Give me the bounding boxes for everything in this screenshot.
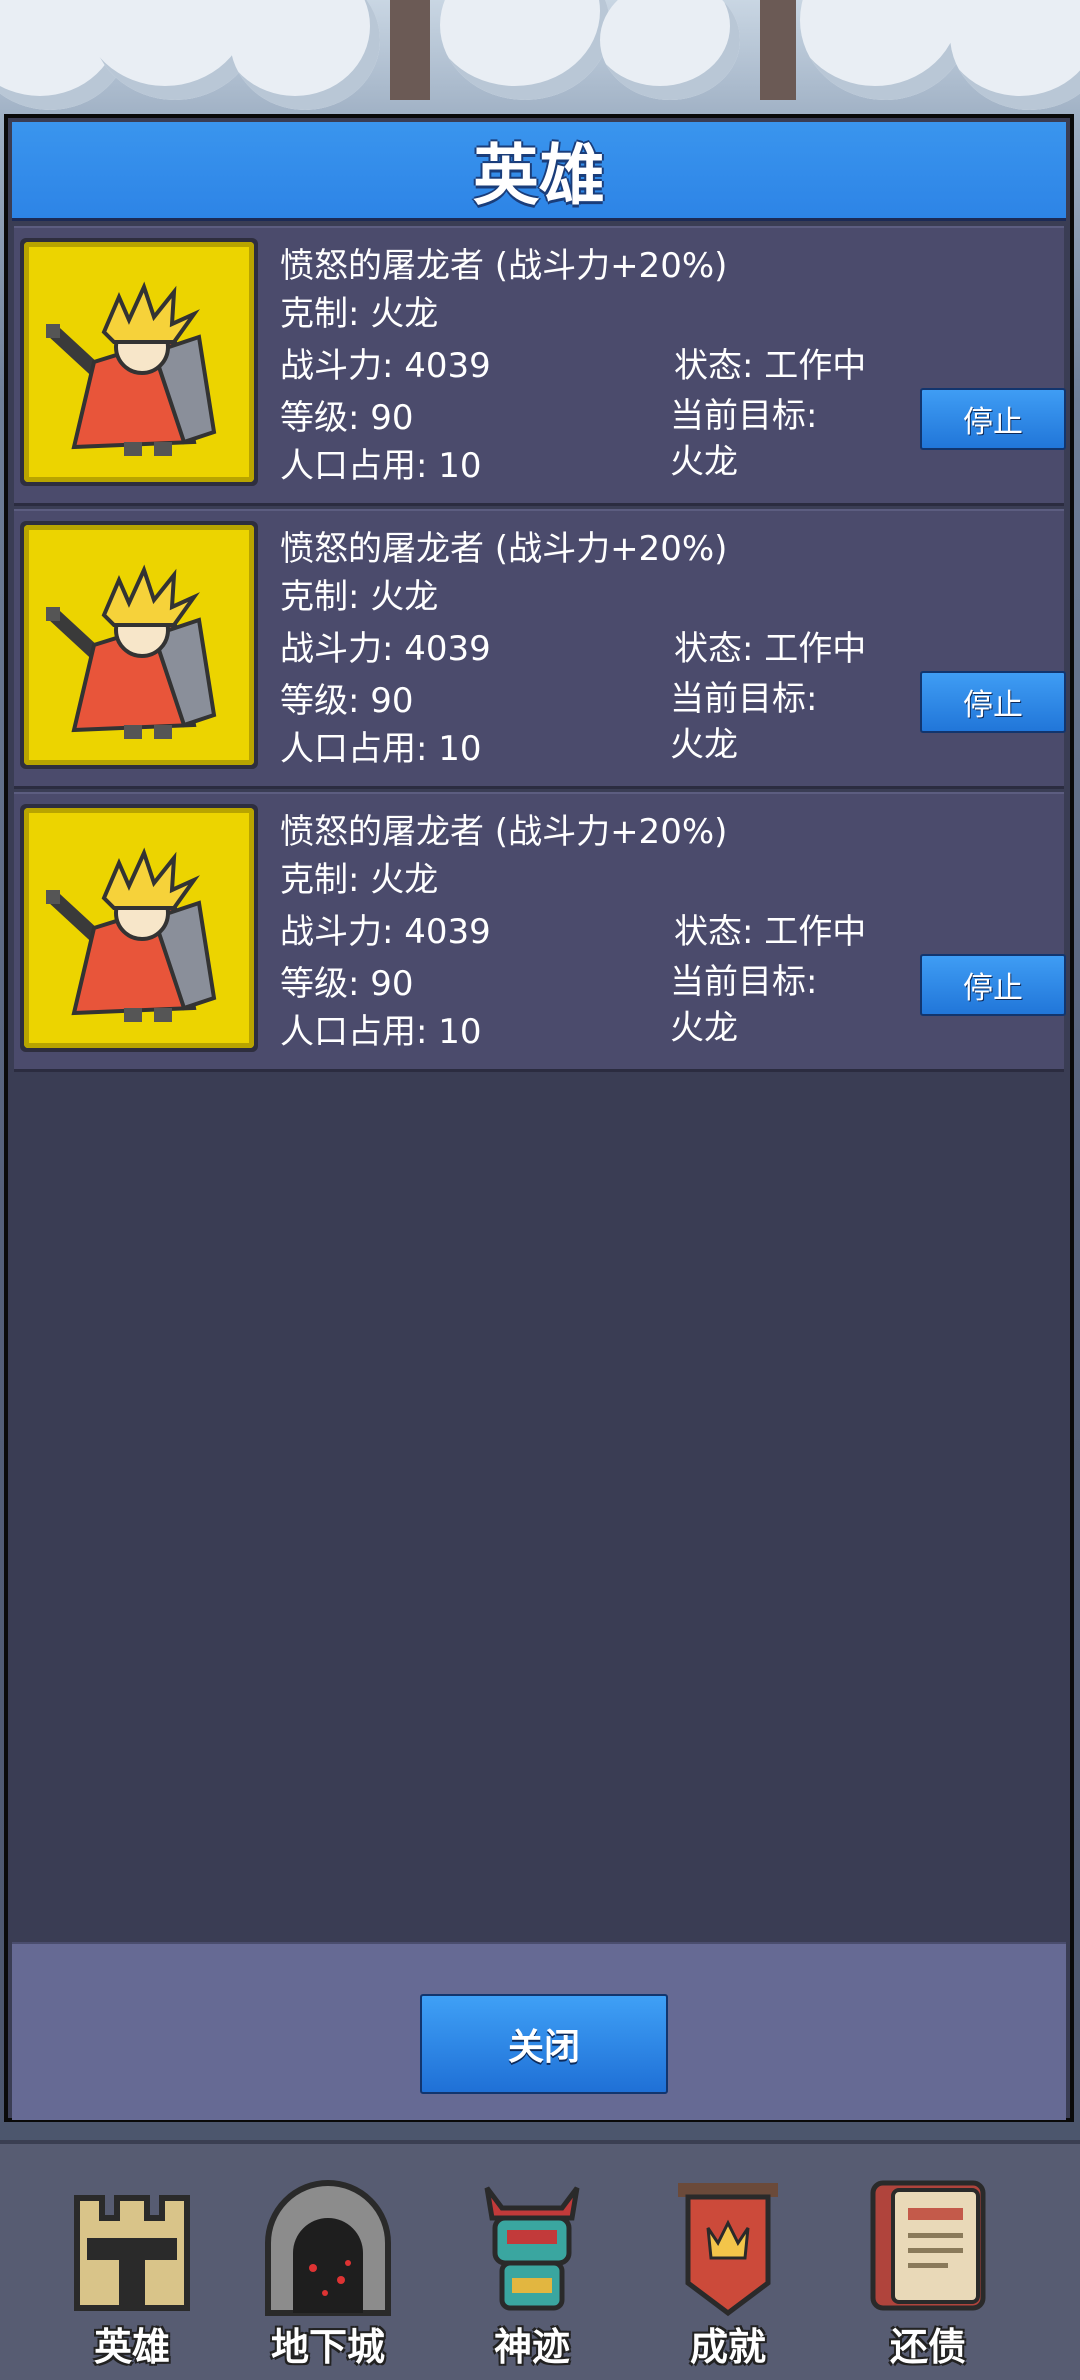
bottom-nav: 英雄 地下城 神迹 成就 还债 [0,2140,1080,2380]
hero-power: 战斗力: 4039 [280,629,491,669]
hero-status: 状态: 工作中 [674,912,867,952]
stop-button[interactable]: 停止 [920,954,1066,1016]
castle-icon [74,2195,190,2311]
hero-name: 愤怒的屠龙者 (战斗力+20%) [280,246,728,286]
hero-name: 愤怒的屠龙者 (战斗力+20%) [280,812,728,852]
stop-button[interactable]: 停止 [920,671,1066,733]
hero-row: 愤怒的屠龙者 (战斗力+20%) 克制: 火龙 战斗力: 4039 等级: 90… [14,509,1066,789]
hero-portrait[interactable] [20,521,258,769]
hero-target-label: 当前目标: [670,962,818,1002]
hero-counter: 克制: 火龙 [280,577,439,617]
dialog-title: 英雄 [473,137,605,214]
hero-population: 人口占用: 10 [280,1012,482,1052]
nav-label: 还债 [889,2325,966,2369]
close-button[interactable]: 关闭 [420,1994,668,2094]
nav-label: 英雄 [93,2325,170,2369]
nav-label: 地下城 [270,2325,385,2369]
dungeon-gate-icon [265,2180,391,2316]
hero-power: 战斗力: 4039 [280,346,491,386]
hero-level: 等级: 90 [280,398,414,438]
dialog-footer: 关闭 [12,1942,1066,2120]
dragon-slayer-icon [46,281,217,456]
hero-row: 愤怒的屠龙者 (战斗力+20%) 克制: 火龙 战斗力: 4039 等级: 90… [14,226,1066,506]
hero-status: 状态: 工作中 [674,346,867,386]
nav-item-miracle[interactable]: 神迹 [432,2144,632,2380]
nav-item-dungeon[interactable]: 地下城 [228,2144,428,2380]
stop-button[interactable]: 停止 [920,388,1066,450]
hero-population: 人口占用: 10 [280,446,482,486]
hero-list: 愤怒的屠龙者 (战斗力+20%) 克制: 火龙 战斗力: 4039 等级: 90… [14,226,1066,1075]
hero-level: 等级: 90 [280,681,414,721]
hero-level: 等级: 90 [280,964,414,1004]
dragon-slayer-icon [46,847,217,1022]
hero-population: 人口占用: 10 [280,729,482,769]
hero-target: 火龙 [670,725,738,765]
hero-target-label: 当前目标: [670,396,818,436]
heroes-dialog: 英雄 愤怒的屠龙者 (战斗力+20%) 克制: 火龙 战斗力: 4039 等级:… [4,114,1074,2122]
hero-name: 愤怒的屠龙者 (战斗力+20%) [280,529,728,569]
hero-status: 状态: 工作中 [674,629,867,669]
nav-item-repay-debt[interactable]: 还债 [828,2144,1028,2380]
hero-target: 火龙 [670,442,738,482]
nav-item-achievements[interactable]: 成就 [628,2144,828,2380]
hero-target: 火龙 [670,1008,738,1048]
hero-target-label: 当前目标: [670,679,818,719]
crown-banner-icon [678,2183,778,2317]
hero-counter: 克制: 火龙 [280,294,439,334]
hero-counter: 克制: 火龙 [280,860,439,900]
ledger-book-icon [870,2180,986,2311]
hero-row: 愤怒的屠龙者 (战斗力+20%) 克制: 火龙 战斗力: 4039 等级: 90… [14,792,1066,1072]
nav-item-heroes[interactable]: 英雄 [32,2144,232,2380]
dialog-header: 英雄 [12,122,1066,221]
dragon-slayer-icon [46,564,217,739]
hero-portrait[interactable] [20,804,258,1052]
nav-label: 神迹 [493,2325,570,2369]
nav-label: 成就 [689,2325,766,2369]
totem-idol-icon [484,2186,580,2311]
hero-power: 战斗力: 4039 [280,912,491,952]
hero-portrait[interactable] [20,238,258,486]
